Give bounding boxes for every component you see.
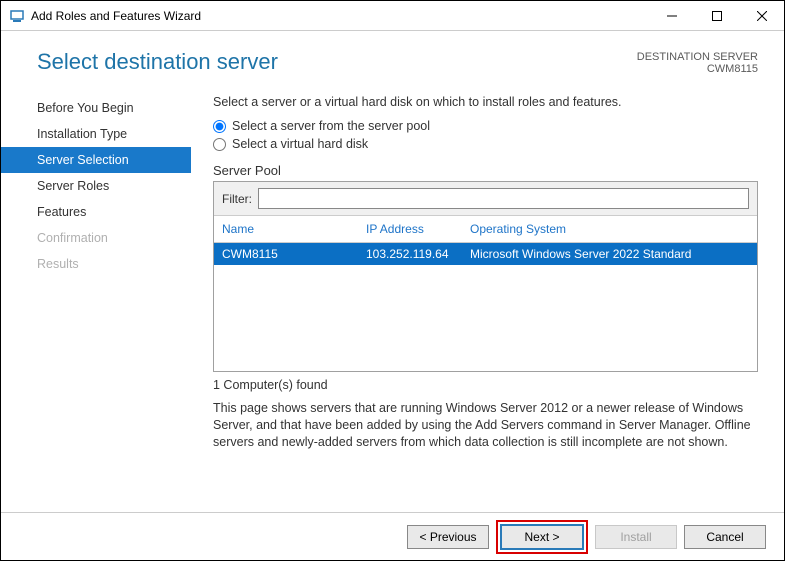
destination-label: DESTINATION SERVER xyxy=(637,51,758,63)
nav-server-selection[interactable]: Server Selection xyxy=(1,147,191,173)
nav-server-roles[interactable]: Server Roles xyxy=(1,173,191,199)
maximize-button[interactable] xyxy=(694,1,739,30)
radio-server-pool-label: Select a server from the server pool xyxy=(232,119,430,133)
next-highlight: Next > xyxy=(496,520,588,554)
install-button: Install xyxy=(595,525,677,549)
nav-before-you-begin[interactable]: Before You Begin xyxy=(1,95,191,121)
close-button[interactable] xyxy=(739,1,784,30)
col-header-ip[interactable]: IP Address xyxy=(358,216,462,242)
cancel-button[interactable]: Cancel xyxy=(684,525,766,549)
info-note: This page shows servers that are running… xyxy=(213,400,758,451)
cell-os: Microsoft Windows Server 2022 Standard xyxy=(462,243,757,265)
radio-server-pool-row[interactable]: Select a server from the server pool xyxy=(213,119,758,133)
window-titlebar: Add Roles and Features Wizard xyxy=(1,1,784,31)
wizard-nav: Before You Begin Installation Type Serve… xyxy=(1,85,191,487)
wizard-header: Select destination server DESTINATION SE… xyxy=(1,31,784,85)
cell-name: CWM8115 xyxy=(214,243,358,265)
window-title: Add Roles and Features Wizard xyxy=(31,9,649,23)
destination-info: DESTINATION SERVER CWM8115 xyxy=(637,49,758,75)
col-header-name[interactable]: Name xyxy=(214,216,358,242)
filter-input[interactable] xyxy=(258,188,749,209)
next-button[interactable]: Next > xyxy=(501,525,583,549)
table-header: Name IP Address Operating System xyxy=(214,216,757,243)
radio-vhd-row[interactable]: Select a virtual hard disk xyxy=(213,137,758,151)
nav-results: Results xyxy=(1,251,191,277)
computers-found: 1 Computer(s) found xyxy=(213,378,758,392)
nav-installation-type[interactable]: Installation Type xyxy=(1,121,191,147)
table-row[interactable]: CWM8115 103.252.119.64 Microsoft Windows… xyxy=(214,243,757,265)
app-icon xyxy=(9,8,25,24)
main-content: Select a server or a virtual hard disk o… xyxy=(191,85,784,487)
previous-button[interactable]: < Previous xyxy=(407,525,489,549)
instruction-text: Select a server or a virtual hard disk o… xyxy=(213,95,758,109)
server-pool-box: Filter: Name IP Address Operating System… xyxy=(213,181,758,372)
radio-vhd[interactable] xyxy=(213,138,226,151)
destination-value: CWM8115 xyxy=(637,63,758,75)
nav-confirmation: Confirmation xyxy=(1,225,191,251)
table-body: CWM8115 103.252.119.64 Microsoft Windows… xyxy=(214,243,757,371)
minimize-button[interactable] xyxy=(649,1,694,30)
filter-label: Filter: xyxy=(222,192,252,206)
radio-vhd-label: Select a virtual hard disk xyxy=(232,137,368,151)
server-pool-label: Server Pool xyxy=(213,163,758,178)
page-title: Select destination server xyxy=(37,49,637,75)
nav-features[interactable]: Features xyxy=(1,199,191,225)
col-header-os[interactable]: Operating System xyxy=(462,216,757,242)
wizard-footer: < Previous Next > Install Cancel xyxy=(1,512,784,560)
filter-row: Filter: xyxy=(214,182,757,216)
radio-server-pool[interactable] xyxy=(213,120,226,133)
cell-ip: 103.252.119.64 xyxy=(358,243,462,265)
